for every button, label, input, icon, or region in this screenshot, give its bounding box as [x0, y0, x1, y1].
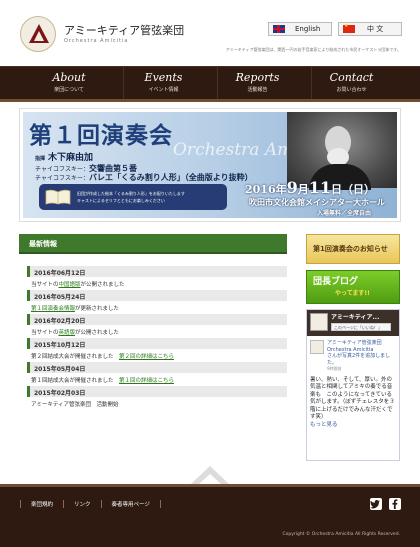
chinese-language-button[interactable]: 中 文: [338, 22, 402, 36]
site-footer: 楽団規約 リンク 奏者専用ページ Copyright © Orchestra A…: [0, 484, 420, 547]
news-item: 2016年05月24日 第１回演奏会情報が更新されました: [27, 290, 287, 314]
facebook-icon[interactable]: [389, 498, 401, 510]
english-language-button[interactable]: English: [268, 22, 332, 36]
main-nav: About 楽団について Events イベント情報 Reports 活動報告 …: [0, 66, 420, 102]
concert-banner[interactable]: 第１回演奏会 Orchestra Amicitia 指揮 木下麻由加 チャイコフス…: [23, 112, 397, 218]
composer-portrait: [287, 112, 397, 190]
news-date: 2016年02月20日: [27, 314, 287, 325]
uk-flag-icon: [273, 25, 285, 33]
facebook-widget: アミーキティア... このページに「いいね！」 アミーキティア管弦楽団 Orch…: [306, 309, 400, 461]
china-flag-icon: [343, 23, 355, 33]
news-link-chinese-version[interactable]: 中国語版: [59, 282, 81, 288]
book-icon: [45, 189, 71, 205]
site-subtitle: Orchestra Amicitia: [64, 38, 129, 44]
hero-banner-frame: 第１回演奏会 Orchestra Amicitia 指揮 木下麻由加 チャイコフス…: [19, 108, 401, 222]
facebook-page-header[interactable]: アミーキティア... このページに「いいね！」: [307, 310, 399, 336]
nav-item-reports[interactable]: Reports 活動報告: [217, 67, 297, 99]
news-date: 2015年10月12日: [27, 338, 287, 349]
hero-concert-date: 2016年9月11日（日）: [245, 178, 376, 197]
news-link-first-meeting[interactable]: 第１回の詳細はこちら: [119, 378, 174, 384]
news-item: 2015年02月03日 アミーキティア管弦楽団 活動開始: [27, 386, 287, 410]
nav-item-about[interactable]: About 楽団について: [29, 67, 109, 99]
site-logo[interactable]: [20, 16, 56, 52]
news-item: 2015年10月12日 第２回結成大会が開催されました 第２回の詳細はこちら: [27, 338, 287, 362]
hero-program-2: チャイコフスキー：バレエ「くるみ割り人形」（全曲版より抜粋）: [35, 173, 253, 182]
facebook-post-header: アミーキティア管弦楽団 Orchestra Amicitia さんが写真2件を追…: [307, 336, 399, 373]
copyright-text: Copyright © Orchestra Amicitia All Right…: [282, 532, 400, 537]
news-link-concert-info[interactable]: 第１回演奏会情報: [31, 306, 75, 312]
twitter-icon[interactable]: [370, 498, 382, 510]
news-link-second-meeting[interactable]: 第２回の詳細はこちら: [119, 354, 174, 360]
hero-picturebook-notice: 旧団が作成した絵本「くるみ割り人形」をお配りいたします キャストによるセリフとと…: [39, 184, 227, 210]
english-label: English: [295, 25, 321, 33]
news-link-english-version[interactable]: 英語版: [59, 330, 76, 336]
news-date: 2016年05月24日: [27, 290, 287, 301]
site-name[interactable]: アミーキティア管弦楽団: [64, 22, 184, 38]
footer-link-links[interactable]: リンク: [63, 500, 101, 508]
news-date: 2015年02月03日: [27, 386, 287, 397]
nav-item-events[interactable]: Events イベント情報: [123, 67, 203, 99]
facebook-like-button[interactable]: このページに「いいね！」: [331, 323, 391, 331]
hero-title: 第１回演奏会: [29, 122, 173, 149]
facebook-see-more-link[interactable]: もっと見る: [310, 422, 338, 428]
footer-links: 楽団規約 リンク 奏者専用ページ: [20, 500, 161, 508]
news-heading: 最新情報: [19, 234, 287, 254]
site-header: アミーキティア管弦楽団 Orchestra Amicitia English 中…: [0, 0, 420, 66]
facebook-post-body: 暑い、熱い、そして、厚い。外の気温と相関してアミキの奏でる音楽も このようになっ…: [310, 376, 395, 421]
news-item: 2016年06月12日 当サイトの中国語版が公開されました: [27, 266, 287, 290]
hero-admission: 入場無料／全席自由: [317, 210, 372, 217]
concert-notice-banner[interactable]: 第1回演奏会のお知らせ: [306, 234, 400, 264]
news-item: 2016年02月20日 当サイトの英語版が公開されました: [27, 314, 287, 338]
facebook-page-name[interactable]: アミーキティア...: [331, 312, 379, 321]
footer-link-rules[interactable]: 楽団規約: [20, 500, 63, 508]
nav-item-contact[interactable]: Contact お問い合わせ: [311, 67, 391, 99]
chinese-label: 中 文: [367, 25, 384, 33]
facebook-page-avatar[interactable]: [310, 313, 328, 331]
hero-conductor: 指揮 木下麻由加: [35, 153, 94, 163]
scroll-to-top-icon[interactable]: [191, 466, 229, 484]
news-date: 2015年05月04日: [27, 362, 287, 373]
facebook-post-author[interactable]: アミーキティア管弦楽団 Orchestra Amicitia: [327, 340, 396, 353]
hero-venue: 吹田市文化会館メイシアター大ホール: [249, 198, 385, 207]
site-tagline: アミーキティア管弦楽団は、関西一円の若手音楽家により結成された市民オーケストラ団…: [225, 47, 401, 52]
facebook-post-action: さんが写真2件を追加しました。: [327, 353, 391, 366]
footer-link-members[interactable]: 奏者専用ページ: [100, 500, 161, 508]
news-date: 2016年06月12日: [27, 266, 287, 277]
facebook-post-time[interactable]: 9時間前: [327, 366, 396, 373]
avatar[interactable]: [310, 340, 324, 354]
news-list: 2016年06月12日 当サイトの中国語版が公開されました 2016年05月24…: [27, 266, 287, 410]
news-item: 2015年05月04日 第１回結成大会が開催されました 第１回の詳細はこちら: [27, 362, 287, 386]
leader-blog-banner[interactable]: 団長ブログ やってます!!: [306, 270, 400, 304]
